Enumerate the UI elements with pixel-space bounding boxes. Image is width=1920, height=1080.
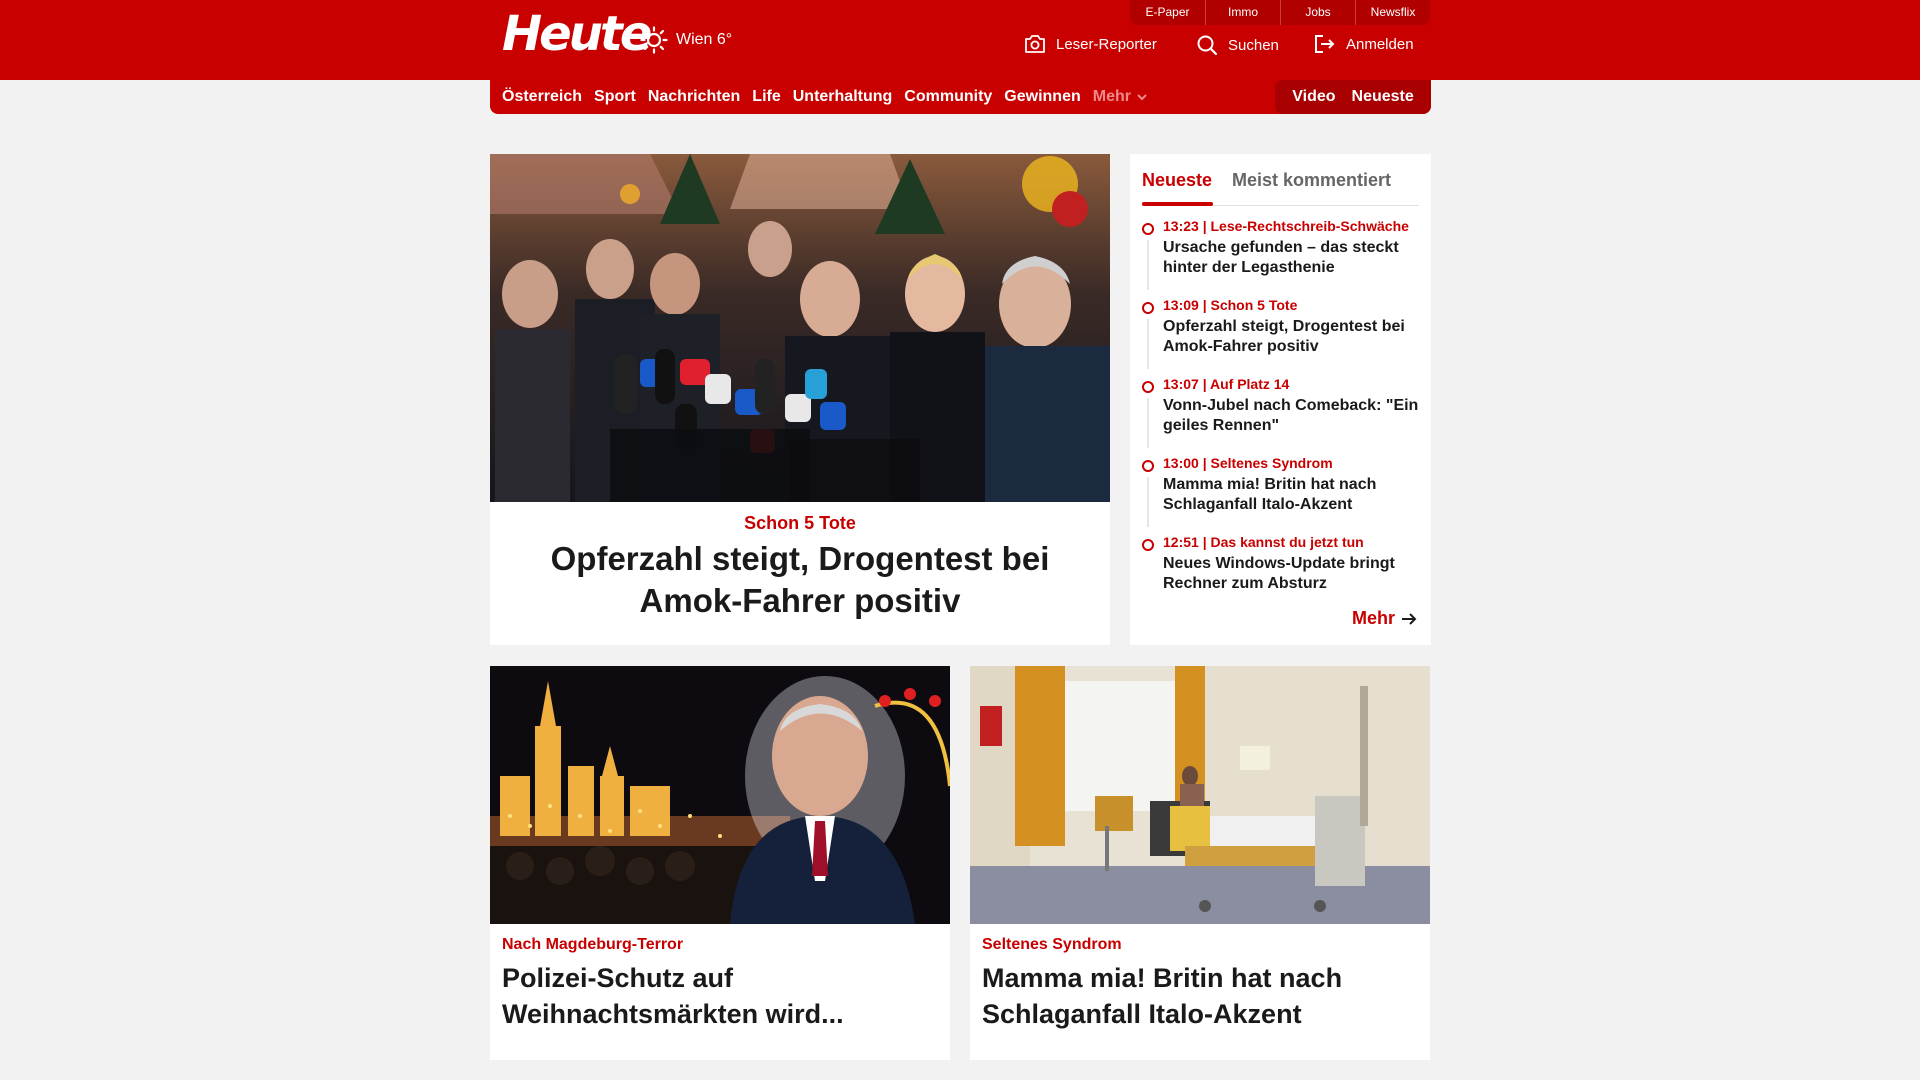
timeline-line: [1147, 398, 1149, 448]
sun-icon: [640, 26, 668, 54]
hero-article[interactable]: Schon 5 Tote Opferzahl steigt, Drogentes…: [490, 154, 1110, 645]
search-icon: [1197, 35, 1218, 56]
camera-icon: [1025, 35, 1045, 53]
login-icon: [1315, 35, 1335, 53]
logo[interactable]: Heute: [502, 10, 652, 58]
link-jobs[interactable]: Jobs: [1280, 0, 1355, 25]
article-image: [490, 666, 950, 924]
timeline-line: [1147, 477, 1149, 527]
nav-item-sport[interactable]: Sport: [594, 88, 636, 106]
chevron-down-icon: [1137, 94, 1147, 101]
tab-neueste[interactable]: Neueste: [1142, 170, 1212, 191]
link-newsflix[interactable]: Newsflix: [1355, 0, 1430, 25]
timeline-line: [1147, 240, 1149, 290]
timeline-dot: [1142, 539, 1154, 551]
more-latest-link[interactable]: Mehr: [1352, 608, 1417, 629]
leser-reporter-button[interactable]: Leser-Reporter: [1024, 34, 1157, 54]
search-button[interactable]: Suchen: [1196, 34, 1279, 56]
timeline-title[interactable]: Opferzahl steigt, Drogentest bei Amok-Fa…: [1163, 317, 1419, 357]
nav-right: Video Neueste: [1275, 80, 1431, 114]
timeline-title[interactable]: Ursache gefunden – das steckt hinter der…: [1163, 238, 1419, 278]
timeline-meta: 13:09 | Schon 5 Tote: [1163, 297, 1298, 313]
top-links: E-Paper Immo Jobs Newsflix: [1130, 0, 1430, 25]
timeline-meta: 13:00 | Seltenes Syndrom: [1163, 455, 1333, 471]
timeline-dot: [1142, 460, 1154, 472]
active-tab-indicator: [1142, 202, 1213, 206]
timeline-line: [1147, 319, 1149, 369]
timeline-meta: 13:23 | Lese-Rechtschreib-Schwäche: [1163, 218, 1409, 234]
nav-item-nachrichten[interactable]: Nachrichten: [648, 88, 740, 106]
nav-item-life[interactable]: Life: [752, 88, 780, 106]
weather-widget[interactable]: Wien 6°: [640, 26, 732, 54]
search-label: Suchen: [1228, 36, 1279, 54]
tab-meist-kommentiert[interactable]: Meist kommentiert: [1232, 170, 1391, 191]
nav-item-unterhaltung[interactable]: Unterhaltung: [793, 88, 893, 106]
weather-label: Wien 6°: [676, 31, 733, 48]
timeline-meta: 12:51 | Das kannst du jetzt tun: [1163, 534, 1364, 550]
hero-headline[interactable]: Opferzahl steigt, Drogentest bei Amok-Fa…: [500, 538, 1100, 622]
hero-image: [490, 154, 1110, 502]
nav-more-label: Mehr: [1092, 88, 1131, 105]
timeline-dot: [1142, 302, 1154, 314]
article-headline[interactable]: Polizei-Schutz auf Weihnachtsmärkten wir…: [502, 960, 942, 1032]
nav-item-community[interactable]: Community: [904, 88, 992, 106]
article-card[interactable]: Nach Magdeburg-Terror Polizei-Schutz auf…: [490, 666, 950, 1060]
timeline-title[interactable]: Mamma mia! Britin hat nach Schlaganfall …: [1163, 475, 1419, 515]
login-button[interactable]: Anmelden: [1314, 34, 1414, 54]
latest-news-panel: Neueste Meist kommentiert 13:23 | Lese-R…: [1130, 154, 1431, 645]
timeline-title[interactable]: Neues Windows-Update bringt Rechner zum …: [1163, 554, 1419, 594]
link-e-paper[interactable]: E-Paper: [1130, 0, 1205, 25]
timeline-item[interactable]: 13:23 | Lese-Rechtschreib-Schwäche Ursac…: [1142, 218, 1419, 297]
article-card[interactable]: Seltenes Syndrom Mamma mia! Britin hat n…: [970, 666, 1430, 1060]
nav-item-oesterreich[interactable]: Österreich: [502, 88, 582, 106]
main-nav: Österreich Sport Nachrichten Life Unterh…: [490, 80, 1431, 114]
timeline-title[interactable]: Vonn-Jubel nach Comeback: "Ein geiles Re…: [1163, 396, 1419, 436]
article-kicker: Nach Magdeburg-Terror: [502, 936, 684, 953]
timeline-item[interactable]: 13:09 | Schon 5 Tote Opferzahl steigt, D…: [1142, 297, 1419, 376]
timeline-dot: [1142, 223, 1154, 235]
more-latest-label: Mehr: [1352, 608, 1396, 628]
timeline-item[interactable]: 13:07 | Auf Platz 14 Vonn-Jubel nach Com…: [1142, 376, 1419, 455]
site-header: [0, 0, 1920, 80]
nav-item-video[interactable]: Video: [1292, 88, 1335, 106]
timeline: 13:23 | Lese-Rechtschreib-Schwäche Ursac…: [1142, 218, 1419, 613]
article-image: [970, 666, 1430, 924]
nav-item-neueste[interactable]: Neueste: [1352, 88, 1414, 106]
timeline-meta: 13:07 | Auf Platz 14: [1163, 376, 1290, 392]
timeline-item[interactable]: 13:00 | Seltenes Syndrom Mamma mia! Brit…: [1142, 455, 1419, 534]
article-kicker: Seltenes Syndrom: [982, 936, 1122, 953]
link-immo[interactable]: Immo: [1205, 0, 1280, 25]
nav-more-dropdown[interactable]: Mehr: [1093, 88, 1149, 106]
latest-tabs: Neueste Meist kommentiert: [1142, 162, 1419, 206]
timeline-dot: [1142, 381, 1154, 393]
arrow-right-icon: [1402, 612, 1417, 625]
leser-reporter-label: Leser-Reporter: [1056, 35, 1157, 53]
timeline-item[interactable]: 12:51 | Das kannst du jetzt tun Neues Wi…: [1142, 534, 1419, 613]
hero-kicker: Schon 5 Tote: [744, 513, 856, 533]
login-label: Anmelden: [1346, 35, 1414, 53]
article-headline[interactable]: Mamma mia! Britin hat nach Schlaganfall …: [982, 960, 1422, 1032]
nav-item-gewinnen[interactable]: Gewinnen: [1004, 88, 1080, 106]
